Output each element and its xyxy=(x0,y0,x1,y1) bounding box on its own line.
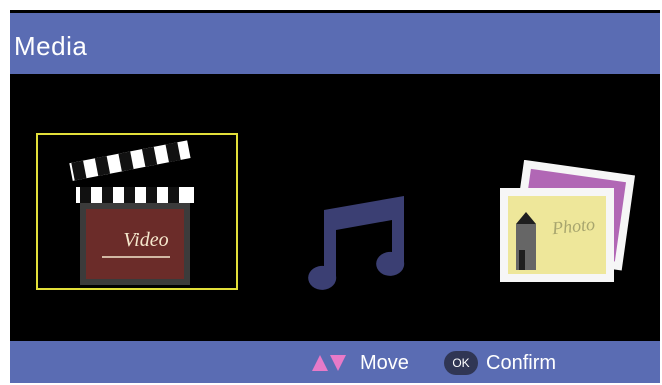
footer-bar: Move OK Confirm xyxy=(10,341,660,383)
music-note-icon xyxy=(308,196,405,290)
menu-item-music[interactable] xyxy=(298,190,408,290)
page-title: Media xyxy=(14,31,88,61)
confirm-label: Confirm xyxy=(486,352,557,374)
media-screen: Media Video Photo Move OK Confirm xyxy=(10,10,660,383)
ok-button-badge: OK xyxy=(444,351,478,375)
up-down-arrows-icon xyxy=(312,355,346,371)
photo-label: Photo xyxy=(551,213,596,239)
confirm-hint: OK Confirm xyxy=(444,341,556,383)
title-bar: Media xyxy=(10,13,660,74)
move-label: Move xyxy=(360,352,409,374)
move-hint: Move xyxy=(312,341,409,383)
menu-item-photo[interactable]: Photo xyxy=(492,159,636,282)
menu-item-video[interactable]: Video xyxy=(36,133,238,290)
clapperboard-icon xyxy=(69,140,194,285)
video-label: Video xyxy=(123,229,169,251)
